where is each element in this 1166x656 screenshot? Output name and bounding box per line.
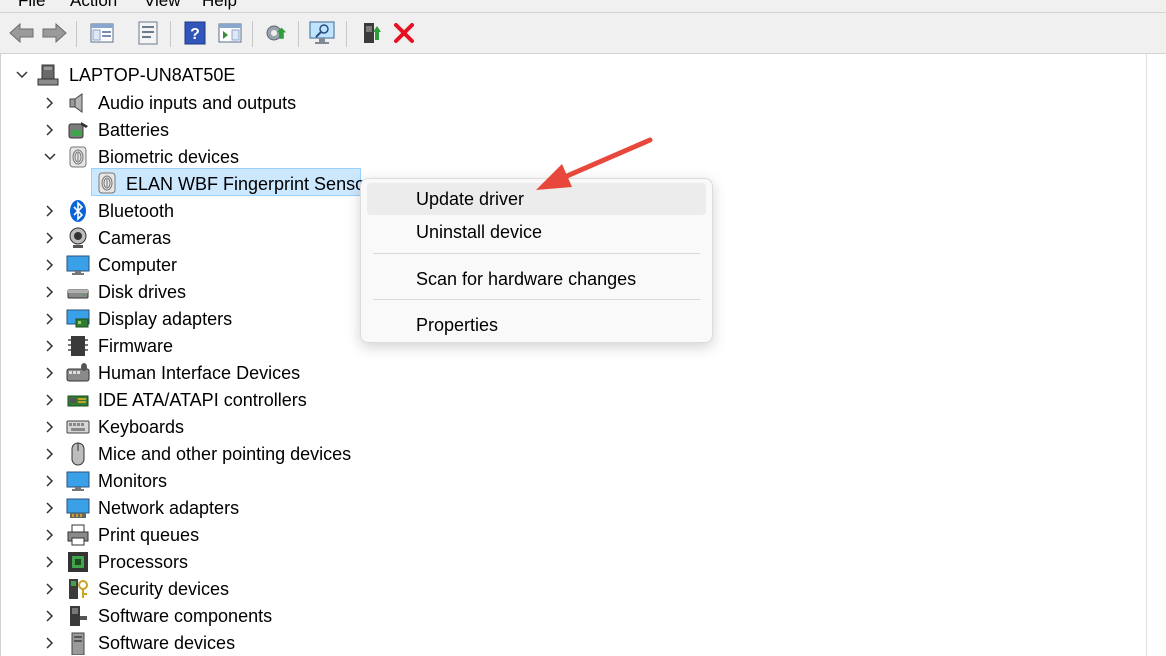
menu-separator [373, 299, 700, 300]
toolbar: ? [0, 12, 1166, 54]
annotation-arrow-icon [536, 137, 653, 190]
network-adapter-icon [66, 496, 90, 520]
toolbar-separator [252, 21, 253, 47]
tree-item-label: Software components [98, 606, 273, 626]
forward-arrow-icon[interactable] [40, 19, 68, 47]
toolbar-separator [170, 21, 171, 47]
speaker-icon [66, 91, 90, 115]
chevron-right-icon[interactable] [42, 230, 58, 246]
printer-icon [66, 523, 90, 547]
tree-item-label: Print queues [98, 525, 200, 545]
keyboard-icon [66, 415, 90, 439]
chevron-right-icon[interactable] [42, 608, 58, 624]
toolbar-separator [346, 21, 347, 47]
tree-item-label: Network adapters [98, 498, 240, 518]
chevron-right-icon[interactable] [42, 338, 58, 354]
chevron-right-icon[interactable] [42, 500, 58, 516]
menu-bar: File Action View Help [0, 0, 1166, 12]
mouse-icon [66, 442, 90, 466]
vertical-scrollbar[interactable] [1146, 54, 1166, 656]
disk-drive-icon [66, 280, 90, 304]
tree-item-label: Security devices [98, 579, 230, 599]
menu-item-label: Properties [416, 315, 499, 335]
processor-icon [66, 550, 90, 574]
context-menu-scan-hardware[interactable]: Scan for hardware changes [367, 263, 706, 295]
update-driver-icon[interactable] [262, 19, 290, 47]
tree-item-label: ELAN WBF Fingerprint Sensor [126, 174, 372, 194]
toolbar-separator [76, 21, 77, 47]
context-menu-uninstall-device[interactable]: Uninstall device [367, 216, 706, 248]
chevron-right-icon[interactable] [42, 446, 58, 462]
chevron-right-icon[interactable] [42, 257, 58, 273]
chevron-right-icon[interactable] [42, 311, 58, 327]
uninstall-device-icon[interactable] [390, 19, 418, 47]
tree-item-label: Audio inputs and outputs [98, 93, 297, 113]
tree-item-label: Monitors [98, 471, 168, 491]
help-icon[interactable]: ? [181, 19, 209, 47]
chevron-right-icon[interactable] [42, 365, 58, 381]
menu-separator [373, 253, 700, 254]
context-menu-properties[interactable]: Properties [367, 309, 706, 341]
display-adapter-icon [66, 307, 90, 331]
tree-item-label: Display adapters [98, 309, 233, 329]
menu-view[interactable]: View [144, 0, 181, 11]
chevron-right-icon[interactable] [42, 203, 58, 219]
computer-icon [36, 63, 60, 87]
tree-item-label: Batteries [98, 120, 170, 140]
tree-item-label: Computer [98, 255, 178, 275]
software-device-icon [66, 631, 90, 655]
hid-icon [66, 361, 90, 385]
menu-item-label: Update driver [416, 189, 525, 209]
chevron-right-icon[interactable] [42, 419, 58, 435]
menu-help[interactable]: Help [202, 0, 237, 11]
properties-icon[interactable] [134, 19, 162, 47]
monitor-icon [66, 253, 90, 277]
tree-item-label: Disk drives [98, 282, 187, 302]
chevron-right-icon[interactable] [42, 95, 58, 111]
show-hide-console-tree-icon[interactable] [88, 19, 116, 47]
menu-item-label: Uninstall device [416, 222, 543, 242]
tree-item-label: Biometric devices [98, 147, 240, 167]
ide-controller-icon [66, 388, 90, 412]
battery-icon [66, 118, 90, 142]
chevron-right-icon[interactable] [42, 581, 58, 597]
tree-item-label: Keyboards [98, 417, 185, 437]
tree-item-label: Human Interface Devices [98, 363, 301, 383]
tree-root-label: LAPTOP-UN8AT50E [69, 65, 236, 85]
back-arrow-icon[interactable] [8, 19, 36, 47]
fingerprint-icon [95, 171, 119, 195]
menu-item-label: Scan for hardware changes [416, 269, 637, 289]
chevron-right-icon[interactable] [42, 392, 58, 408]
software-component-icon [66, 604, 90, 628]
firmware-chip-icon [66, 334, 90, 358]
svg-text:?: ? [190, 26, 200, 43]
fingerprint-icon [66, 145, 90, 169]
chevron-right-icon[interactable] [42, 122, 58, 138]
tree-item-label: Bluetooth [98, 201, 175, 221]
scan-hardware-changes-icon[interactable] [308, 19, 336, 47]
tree-item-label: Processors [98, 552, 189, 572]
chevron-right-icon[interactable] [42, 527, 58, 543]
toolbar-separator [298, 21, 299, 47]
chevron-right-icon[interactable] [42, 284, 58, 300]
context-menu: Update driver Uninstall device Scan for … [360, 178, 713, 343]
bluetooth-icon [66, 199, 90, 223]
tree-item-label: IDE ATA/ATAPI controllers [98, 390, 307, 410]
camera-icon [66, 226, 90, 250]
chevron-down-icon[interactable] [42, 149, 58, 165]
chevron-right-icon[interactable] [42, 473, 58, 489]
security-key-icon [66, 577, 90, 601]
menu-file[interactable]: File [18, 0, 45, 11]
chevron-down-icon[interactable] [14, 67, 30, 83]
menu-action[interactable]: Action [70, 0, 117, 11]
action-pane-icon[interactable] [216, 19, 244, 47]
tree-item-label: Software devices [98, 633, 236, 653]
tree-item-label: Cameras [98, 228, 172, 248]
monitor-icon [66, 469, 90, 493]
chevron-right-icon[interactable] [42, 635, 58, 651]
tree-item-label: Firmware [98, 336, 173, 356]
tree-item-label: Mice and other pointing devices [98, 444, 352, 464]
chevron-right-icon[interactable] [42, 554, 58, 570]
enable-device-icon[interactable] [357, 19, 385, 47]
